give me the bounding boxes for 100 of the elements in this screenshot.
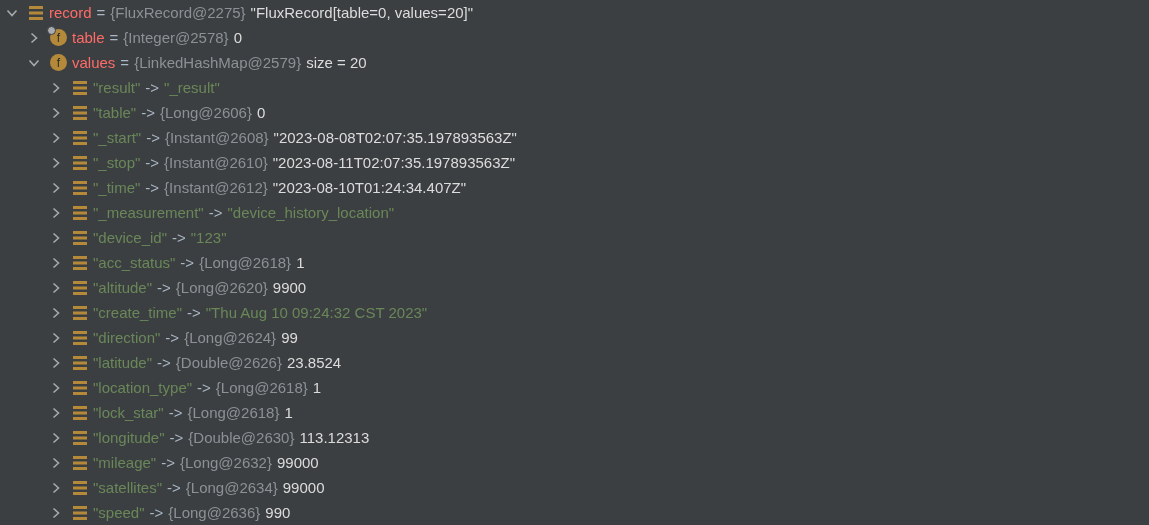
value-text: 9900 [272,279,307,296]
operator: -> [208,204,223,221]
type-label: {FluxRecord@2275} [110,4,246,21]
operator: = [120,54,130,71]
expand-chevron-icon[interactable] [50,256,62,269]
entry-key: "device_id" [93,229,168,246]
entry-key: "lock_star" [93,404,164,421]
expand-chevron-icon[interactable] [50,131,62,144]
value-text: "2023-08-08T02:07:35.197893563Z" [273,129,517,146]
list-icon [72,255,88,270]
expand-chevron-icon[interactable] [50,156,62,169]
value-text: "2023-08-11T02:07:35.197893563Z" [272,154,515,171]
list-icon [72,380,88,395]
expand-chevron-icon[interactable] [50,381,62,394]
expand-chevron-icon[interactable] [50,331,62,344]
type-label: {Long@2632} [179,454,272,471]
operator: -> [145,79,160,96]
list-icon [28,5,44,20]
value-text: 1 [312,379,322,396]
expand-chevron-icon[interactable] [50,281,62,294]
operator: = [109,29,119,46]
operator: -> [167,479,181,496]
value-text: "2023-08-10T01:24:34.407Z" [272,179,467,196]
list-icon [72,480,88,495]
operator: -> [145,154,160,171]
value-text: 99000 [276,454,319,471]
value-text: 99000 [282,479,325,496]
type-label: {Instant@2610} [164,154,268,171]
entry-key: "speed" [93,504,145,521]
expand-chevron-icon[interactable] [50,481,62,494]
expand-chevron-icon[interactable] [50,106,62,119]
operator: -> [149,504,164,521]
variable-name: values [72,54,116,71]
value-text: "device_history_location" [227,204,395,221]
list-icon [72,230,88,245]
operator: -> [157,279,171,296]
operator: -> [141,104,155,121]
variable-name: record [49,4,92,21]
value-text: "123" [190,229,227,246]
value-text: size = 20 [306,54,367,71]
list-icon [72,455,88,470]
list-icon [72,405,88,420]
value-text: 1 [296,254,305,271]
list-icon [72,105,88,120]
expand-chevron-icon[interactable] [50,406,62,419]
type-label: {Long@2634} [185,479,278,496]
value-text: 990 [265,504,291,521]
operator: -> [172,229,186,246]
list-icon [72,280,88,295]
entry-key: "_stop" [93,154,141,171]
operator: -> [169,429,184,446]
expand-chevron-icon[interactable] [50,181,62,194]
entry-key: "table" [93,104,137,121]
list-icon [72,180,88,195]
expand-chevron-icon[interactable] [50,356,62,369]
entry-key: "location_type" [93,379,193,396]
operator: -> [157,354,171,371]
operator: -> [161,454,175,471]
type-label: {Long@2624} [184,329,277,346]
expand-chevron-icon[interactable] [50,306,62,319]
type-label: {LinkedHashMap@2579} [134,54,302,71]
field-icon: f [50,54,67,71]
expand-chevron-icon[interactable] [50,506,62,519]
expand-chevron-icon[interactable] [50,231,62,244]
list-icon [72,205,88,220]
entry-key: "direction" [93,329,161,346]
type-label: {Double@2626} [175,354,282,371]
entry-key: "create_time" [93,304,183,321]
entry-key: "_time" [93,179,141,196]
expand-chevron-icon[interactable] [50,206,62,219]
type-label: {Long@2636} [168,504,261,521]
value-text: "FluxRecord[table=0, values=20]" [250,4,474,21]
expand-chevron-icon[interactable] [50,431,62,444]
operator: -> [187,304,201,321]
type-label: {Long@2618} [199,254,292,271]
type-label: {Double@2630} [188,429,295,446]
expand-chevron-icon[interactable] [50,456,62,469]
type-label: {Integer@2578} [123,29,229,46]
operator: -> [180,254,195,271]
value-text: 0 [233,29,242,46]
expand-chevron-icon[interactable] [28,31,40,44]
value-text: 113.12313 [299,429,370,446]
expand-chevron-icon[interactable] [50,81,62,94]
entry-key: "_measurement" [93,204,204,221]
type-label: {Instant@2612} [164,179,268,196]
list-icon [72,305,88,320]
field-icon: f [50,29,67,46]
value-text: 0 [256,104,266,121]
list-icon [72,330,88,345]
list-icon [72,130,88,145]
entry-key: "latitude" [93,354,153,371]
type-label: {Instant@2608} [164,129,269,146]
entry-key: "longitude" [93,429,165,446]
operator: -> [165,329,180,346]
operator: = [96,4,106,21]
type-label: {Long@2618} [187,404,280,421]
list-icon [72,155,88,170]
operator: -> [197,379,211,396]
value-text: "Thu Aug 10 09:24:32 CST 2023" [205,304,428,321]
value-text: "_result" [164,79,220,96]
